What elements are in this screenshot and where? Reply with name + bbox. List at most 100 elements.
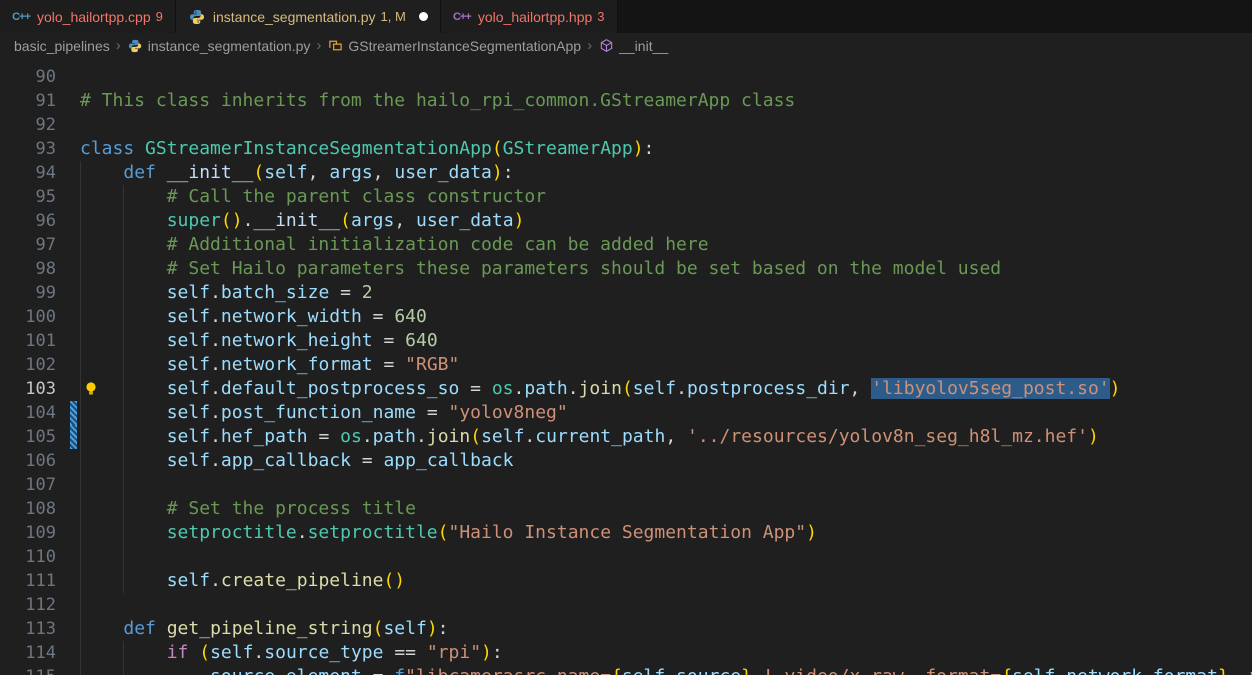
code-line[interactable]: 94 def __init__(self, args, user_data):	[0, 161, 1252, 185]
code-line-content[interactable]: self.post_function_name = "yolov8neg"	[80, 401, 1252, 425]
line-number[interactable]: 97	[0, 233, 56, 257]
code-line[interactable]: 113 def get_pipeline_string(self):	[0, 617, 1252, 641]
line-number[interactable]: 89	[0, 58, 56, 65]
line-number[interactable]: 101	[0, 329, 56, 353]
tab-problem-badge: 9	[156, 9, 163, 24]
code-line[interactable]: 108 # Set the process title	[0, 497, 1252, 521]
code-line[interactable]: 95 # Call the parent class constructor	[0, 185, 1252, 209]
indent-guide	[80, 353, 81, 377]
line-number[interactable]: 94	[0, 161, 56, 185]
code-line[interactable]: 99 self.batch_size = 2	[0, 281, 1252, 305]
line-number[interactable]: 105	[0, 425, 56, 449]
lightbulb-icon[interactable]	[84, 381, 98, 397]
code-token: ,	[373, 162, 395, 183]
tab-instance-segmentation-py[interactable]: instance_segmentation.py 1, M	[176, 0, 441, 33]
code-line[interactable]: 110	[0, 545, 1252, 569]
code-line[interactable]: 96 super().__init__(args, user_data)	[0, 209, 1252, 233]
indent-guide	[80, 641, 81, 665]
line-number[interactable]: 107	[0, 473, 56, 497]
code-token: __init__	[167, 162, 254, 183]
line-number[interactable]: 95	[0, 185, 56, 209]
code-token: self	[167, 426, 210, 447]
code-line-content[interactable]: self.create_pipeline()	[80, 569, 1252, 593]
code-line[interactable]: 111 self.create_pipeline()	[0, 569, 1252, 593]
line-number[interactable]: 108	[0, 497, 56, 521]
code-line-content[interactable]: self.network_height = 640	[80, 329, 1252, 353]
breadcrumb-item-folder[interactable]: basic_pipelines	[14, 38, 110, 54]
breadcrumb-item-method[interactable]: __init__	[598, 38, 668, 54]
line-number[interactable]: 92	[0, 113, 56, 137]
code-line-content[interactable]: setproctitle.setproctitle("Hailo Instanc…	[80, 521, 1252, 545]
breadcrumb-item-class[interactable]: GStreamerInstanceSegmentationApp	[327, 38, 581, 54]
code-line[interactable]: 112	[0, 593, 1252, 617]
code-line-content[interactable]: # Additional initialization code can be …	[80, 233, 1252, 257]
code-line[interactable]: 97 # Additional initialization code can …	[0, 233, 1252, 257]
code-line[interactable]: 101 self.network_height = 640	[0, 329, 1252, 353]
line-number[interactable]: 98	[0, 257, 56, 281]
code-line[interactable]: 104 self.post_function_name = "yolov8neg…	[0, 401, 1252, 425]
code-line-content[interactable]: def __init__(self, args, user_data):	[80, 161, 1252, 185]
code-line-content[interactable]: source_element = f"libcamerasrc name={se…	[80, 665, 1252, 675]
line-number[interactable]: 106	[0, 449, 56, 473]
line-number[interactable]: 90	[0, 65, 56, 89]
indent-guide	[123, 569, 124, 593]
line-number[interactable]: 102	[0, 353, 56, 377]
code-line-content[interactable]: self.default_postprocess_so = os.path.jo…	[80, 377, 1252, 401]
code-line-content[interactable]: # Set Hailo parameters these parameters …	[80, 257, 1252, 281]
line-number[interactable]: 114	[0, 641, 56, 665]
code-line[interactable]: 105 self.hef_path = os.path.join(self.cu…	[0, 425, 1252, 449]
line-number[interactable]: 111	[0, 569, 56, 593]
code-line[interactable]: 115 source_element = f"libcamerasrc name…	[0, 665, 1252, 675]
line-number[interactable]: 103	[0, 377, 56, 401]
line-number[interactable]: 91	[0, 89, 56, 113]
code-token: ! video/x-raw, format=	[752, 666, 1001, 675]
tab-yolo-hailortpp-hpp[interactable]: C++ yolo_hailortpp.hpp 3	[441, 0, 618, 33]
line-number[interactable]: 96	[0, 209, 56, 233]
symbol-method-icon	[598, 38, 614, 54]
code-line[interactable]: 102 self.network_format = "RGB"	[0, 353, 1252, 377]
code-line-content[interactable]: #	[80, 58, 1252, 65]
code-token: def	[123, 618, 166, 639]
code-line-content[interactable]: self.network_format = "RGB"	[80, 353, 1252, 377]
breadcrumb-label: GStreamerInstanceSegmentationApp	[348, 38, 581, 54]
line-number[interactable]: 115	[0, 665, 56, 675]
line-number[interactable]: 99	[0, 281, 56, 305]
code-line-content[interactable]: # This class inherits from the hailo_rpi…	[80, 89, 1252, 113]
code-line-content[interactable]: # Call the parent class constructor	[80, 185, 1252, 209]
code-line-content[interactable]: super().__init__(args, user_data)	[80, 209, 1252, 233]
code-line-content[interactable]: self.network_width = 640	[80, 305, 1252, 329]
code-line[interactable]: 106 self.app_callback = app_callback	[0, 449, 1252, 473]
code-line-content[interactable]: class GStreamerInstanceSegmentationApp(G…	[80, 137, 1252, 161]
line-number[interactable]: 112	[0, 593, 56, 617]
code-line[interactable]: 92	[0, 113, 1252, 137]
tab-yolo-hailortpp-cpp[interactable]: C++ yolo_hailortpp.cpp 9	[0, 0, 176, 33]
code-line-content[interactable]: # Set the process title	[80, 497, 1252, 521]
line-number[interactable]: 93	[0, 137, 56, 161]
code-line[interactable]: 91 # This class inherits from the hailo_r…	[0, 89, 1252, 113]
unsaved-dot-icon[interactable]	[419, 12, 428, 21]
code-line[interactable]: 100 self.network_width = 640	[0, 305, 1252, 329]
line-number[interactable]: 100	[0, 305, 56, 329]
code-token: =	[351, 450, 384, 471]
code-line[interactable]: 98 # Set Hailo parameters these paramete…	[0, 257, 1252, 281]
code-line-content[interactable]: if (self.source_type == "rpi"):	[80, 641, 1252, 665]
code-line[interactable]: 103 self.default_postprocess_so = os.pat…	[0, 377, 1252, 401]
code-line[interactable]: 107	[0, 473, 1252, 497]
line-number[interactable]: 110	[0, 545, 56, 569]
code-line[interactable]: 90	[0, 65, 1252, 89]
code-line[interactable]: 114 if (self.source_type == "rpi"):	[0, 641, 1252, 665]
code-editor[interactable]: 89 #9091 # This class inherits from the h…	[0, 58, 1252, 675]
line-number[interactable]: 104	[0, 401, 56, 425]
code-line-content[interactable]: self.batch_size = 2	[80, 281, 1252, 305]
code-line-content[interactable]: def get_pipeline_string(self):	[80, 617, 1252, 641]
breadcrumb-item-file[interactable]: instance_segmentation.py	[127, 38, 311, 54]
code-line[interactable]: 109 setproctitle.setproctitle("Hailo Ins…	[0, 521, 1252, 545]
code-line-content[interactable]: self.hef_path = os.path.join(self.curren…	[80, 425, 1252, 449]
code-line[interactable]: 89 #	[0, 58, 1252, 65]
indent-guide	[80, 521, 81, 545]
code-line[interactable]: 93 class GStreamerInstanceSegmentationApp…	[0, 137, 1252, 161]
line-number[interactable]: 109	[0, 521, 56, 545]
code-token: user_data	[416, 210, 514, 231]
line-number[interactable]: 113	[0, 617, 56, 641]
code-line-content[interactable]: self.app_callback = app_callback	[80, 449, 1252, 473]
